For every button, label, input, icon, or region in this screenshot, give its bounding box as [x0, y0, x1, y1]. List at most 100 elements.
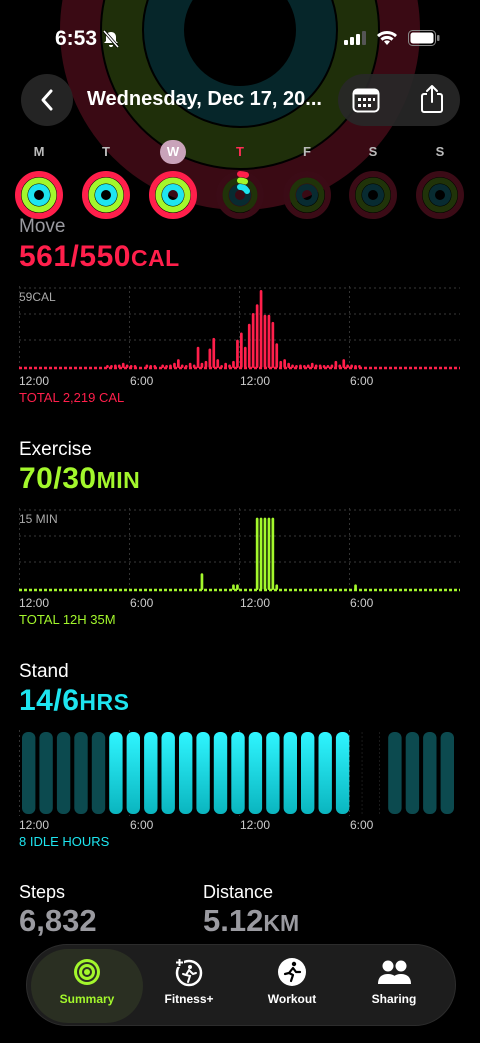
- move-bar: [153, 365, 157, 368]
- day-ring-3[interactable]: [215, 170, 265, 220]
- status-time: 6:53: [55, 27, 98, 50]
- stand-value: 14/6HRS: [19, 684, 129, 718]
- day-label-2: W: [160, 140, 186, 164]
- fitness-plus-icon: [175, 958, 203, 987]
- exercise-bar: [232, 584, 235, 590]
- exercise-bar: [271, 517, 275, 590]
- move-title: Move: [19, 216, 66, 237]
- day-ring-5[interactable]: [348, 170, 398, 220]
- day-ring-2[interactable]: [148, 170, 198, 220]
- day-ring-1[interactable]: [81, 170, 131, 220]
- ring-stand: [28, 184, 50, 206]
- stand-hour-active: [179, 732, 193, 814]
- exercise-axis-tick-1: 6:00: [130, 596, 154, 610]
- stand-axis-tick-1: 6:00: [130, 818, 154, 832]
- day-ring-0[interactable]: [14, 170, 64, 220]
- move-bar: [173, 362, 176, 368]
- stand-hour-active: [283, 732, 297, 814]
- tab-summary-label: Summary: [59, 992, 115, 1006]
- back-button[interactable]: [21, 74, 73, 126]
- header-actions: [338, 74, 460, 126]
- move-bar: [204, 360, 208, 368]
- exercise-axis-tick-0: 12:00: [19, 596, 50, 610]
- stand-hour-inactive: [91, 732, 106, 814]
- ring-stand: [429, 184, 451, 206]
- stand-title: Stand: [19, 661, 69, 682]
- day-ring-6[interactable]: [415, 170, 465, 220]
- day-label-0: M: [33, 144, 45, 159]
- move-bar: [212, 337, 216, 368]
- move-bar: [243, 346, 247, 368]
- stand-value-number: 14/6: [19, 684, 80, 717]
- bell-muted-icon: [102, 30, 120, 48]
- move-bar: [180, 364, 184, 368]
- move-bar: [149, 365, 153, 368]
- wifi-icon: [377, 31, 397, 45]
- move-chart: [19, 286, 460, 370]
- exercise-value-unit: MIN: [96, 467, 141, 493]
- stand-hour-active: [266, 732, 280, 814]
- exercise-bar: [255, 517, 259, 590]
- move-bar: [310, 362, 314, 368]
- workout-icon: [278, 958, 306, 986]
- exercise-bar: [200, 573, 204, 590]
- move-bar: [342, 359, 346, 368]
- move-bar: [196, 346, 200, 368]
- move-bar: [228, 364, 231, 368]
- move-value-number: 561/550: [19, 240, 131, 273]
- move-bar: [177, 359, 180, 368]
- move-bar: [354, 365, 357, 368]
- stand-hour-active: [318, 732, 332, 814]
- day-ring-4[interactable]: [282, 170, 332, 220]
- distance-title: Distance: [203, 882, 274, 902]
- stand-hour-inactive: [405, 732, 420, 814]
- exercise-bar: [263, 517, 267, 590]
- tab-workout[interactable]: Workout: [242, 945, 342, 1027]
- exercise-bar: [354, 584, 357, 590]
- stand-hour-active: [335, 732, 350, 814]
- exercise-title: Exercise: [19, 439, 92, 460]
- exercise-bar: [275, 584, 279, 590]
- move-bar: [133, 365, 137, 368]
- move-bar: [318, 364, 322, 368]
- stand-hour-active: [144, 732, 158, 814]
- move-bar: [161, 364, 164, 368]
- move-bar: [279, 360, 283, 368]
- ring-stand-progress: [237, 184, 250, 194]
- move-bar: [145, 364, 149, 368]
- move-bar: [184, 365, 188, 368]
- move-bar: [259, 290, 263, 368]
- exercise-bar: [267, 517, 271, 590]
- move-bar: [110, 365, 113, 368]
- tab-sharing-label: Sharing: [371, 992, 417, 1006]
- ring-exercise-progress: [237, 177, 248, 185]
- cellular-signal-icon: [344, 31, 366, 45]
- day-label-1: T: [102, 144, 110, 159]
- tab-fitness-plus[interactable]: Fitness+: [139, 945, 239, 1027]
- move-bar: [251, 313, 255, 368]
- move-bar: [169, 364, 172, 368]
- share-icon[interactable]: [418, 84, 446, 114]
- tab-sharing[interactable]: Sharing: [344, 945, 444, 1027]
- distance-value: 5.12KM: [203, 903, 299, 939]
- exercise-value: 70/30MIN: [19, 462, 140, 496]
- move-bar: [232, 360, 235, 368]
- stand-value-unit: HRS: [79, 689, 130, 715]
- tab-bar: Summary Fitness+ Workout Sharing: [26, 944, 456, 1026]
- ring-move-progress: [237, 171, 249, 178]
- stand-hour-active: [109, 732, 123, 814]
- day-label-6: S: [435, 144, 445, 159]
- stand-hour-active: [231, 732, 245, 814]
- move-bar: [275, 343, 279, 368]
- status-bar: 6:53: [0, 0, 480, 70]
- stand-hour-active: [126, 732, 140, 814]
- exercise-axis-tick-2: 12:00: [240, 596, 271, 610]
- move-bar: [188, 362, 192, 368]
- sharing-icon: [378, 960, 411, 984]
- move-bar: [306, 364, 310, 368]
- stand-hour-active: [196, 732, 210, 814]
- move-bar: [106, 365, 109, 368]
- tab-summary[interactable]: Summary: [31, 949, 143, 1023]
- calendar-icon[interactable]: [352, 86, 380, 114]
- day-label-4: F: [303, 144, 311, 159]
